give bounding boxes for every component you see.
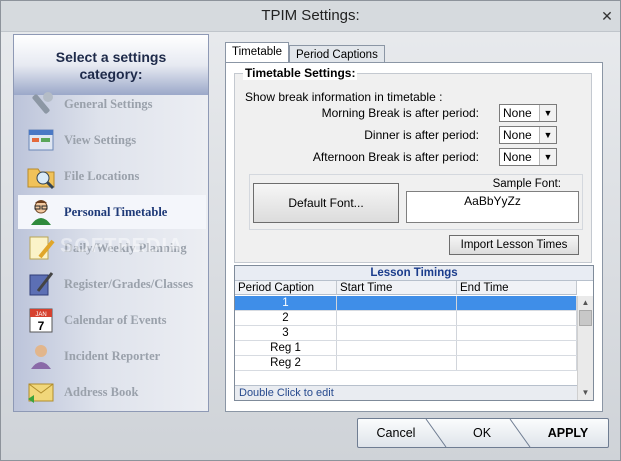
book-pen-icon <box>29 272 54 296</box>
dinner-label: Dinner is after period: <box>364 128 479 142</box>
window-icon <box>28 129 54 151</box>
grid-footer-hint: Double Click to edit <box>235 385 577 400</box>
table-row[interactable]: Reg 1 <box>235 341 577 356</box>
settings-window: TPIM Settings: ✕ Select a settings categ… <box>0 0 621 461</box>
period-caption-cell[interactable]: Reg 2 <box>235 356 337 370</box>
sidebar-item-address-book[interactable]: Address Book <box>18 375 206 409</box>
window-title: TPIM Settings: <box>261 7 360 24</box>
dialog-button-bar: Cancel OK APPLY <box>357 418 609 448</box>
end-time-cell[interactable] <box>457 356 577 370</box>
wrench-icon <box>32 92 53 114</box>
sidebar-item-general-settings[interactable]: General Settings <box>18 87 206 121</box>
sidebar-item-file-locations[interactable]: File Locations <box>18 159 206 193</box>
table-row[interactable]: 1 <box>235 296 577 311</box>
scroll-down-icon[interactable]: ▼ <box>578 386 593 400</box>
column-header-start-time[interactable]: Start Time <box>337 281 457 295</box>
select-value: None <box>503 106 532 120</box>
morning-break-label: Morning Break is after period: <box>321 106 479 120</box>
group-title: Timetable Settings: <box>243 66 358 80</box>
start-time-cell[interactable] <box>337 341 457 355</box>
sidebar-item-label: Address Book <box>64 385 139 399</box>
grid-title: Lesson Timings <box>235 266 593 281</box>
sidebar-item-label: General Settings <box>64 97 153 111</box>
column-header-period-caption[interactable]: Period Caption <box>235 281 337 295</box>
scroll-up-icon[interactable]: ▲ <box>578 296 593 310</box>
select-value: None <box>503 150 532 164</box>
sidebar-item-personal-timetable[interactable]: Personal Timetable <box>18 195 206 229</box>
sidebar-heading: Select a settings category: <box>55 49 167 82</box>
chevron-down-icon: ▼ <box>539 149 556 165</box>
tab-period-captions[interactable]: Period Captions <box>289 45 385 63</box>
sample-font-box: AaBbYyZz <box>406 191 579 223</box>
afternoon-break-select[interactable]: None ▼ <box>499 148 557 166</box>
sample-font-label: Sample Font: <box>492 178 561 190</box>
end-time-cell[interactable] <box>457 311 577 325</box>
chevron-down-icon: ▼ <box>539 127 556 143</box>
period-caption-cell[interactable]: 2 <box>235 311 337 325</box>
start-time-cell[interactable] <box>337 356 457 370</box>
user-icon <box>31 345 51 369</box>
lesson-timings-grid: Lesson Timings Period Caption Start Time… <box>234 265 594 401</box>
calendar-icon: JAN 7 <box>29 308 53 333</box>
period-caption-cell[interactable]: 3 <box>235 326 337 340</box>
sidebar-item-incident-reporter[interactable]: Incident Reporter <box>18 339 206 373</box>
sidebar-item-label: Register/Grades/Classes <box>64 277 194 291</box>
pencil-note-icon <box>29 236 55 260</box>
table-row[interactable]: 3 <box>235 326 577 341</box>
sidebar-item-label: Incident Reporter <box>64 349 161 363</box>
person-icon <box>31 200 51 225</box>
default-font-button[interactable]: Default Font... <box>253 183 399 223</box>
start-time-cell[interactable] <box>337 296 457 310</box>
morning-break-select[interactable]: None ▼ <box>499 104 557 122</box>
timetable-panel: Timetable Settings: Show break informati… <box>225 62 603 412</box>
folder-search-icon <box>27 168 55 190</box>
dinner-select[interactable]: None ▼ <box>499 126 557 144</box>
sidebar-item-daily-weekly-planning[interactable]: Daily/Weekly Planning <box>18 231 206 265</box>
sidebar-item-label: View Settings <box>64 133 137 147</box>
sidebar-item-label: File Locations <box>64 169 140 183</box>
sidebar-item-label: Daily/Weekly Planning <box>64 241 187 255</box>
end-time-cell[interactable] <box>457 326 577 340</box>
settings-sidebar: Select a settings category: General Sett… <box>13 34 209 412</box>
scroll-thumb[interactable] <box>579 310 592 326</box>
period-caption-cell[interactable]: Reg 1 <box>235 341 337 355</box>
sidebar-item-label: Calendar of Events <box>64 313 167 327</box>
start-time-cell[interactable] <box>337 326 457 340</box>
afternoon-break-label: Afternoon Break is after period: <box>312 150 479 164</box>
chevron-down-icon: ▼ <box>539 105 556 121</box>
svg-text:JAN: JAN <box>35 312 46 318</box>
envelope-icon <box>28 383 54 403</box>
table-row[interactable]: Reg 2 <box>235 356 577 371</box>
cancel-button[interactable]: Cancel <box>358 419 434 447</box>
tab-timetable[interactable]: Timetable <box>225 42 290 63</box>
sidebar-item-view-settings[interactable]: View Settings <box>18 123 206 157</box>
select-value: None <box>503 128 532 142</box>
apply-button[interactable]: APPLY <box>528 419 608 447</box>
end-time-cell[interactable] <box>457 296 577 310</box>
column-header-end-time[interactable]: End Time <box>457 281 577 295</box>
title-bar: TPIM Settings: ✕ <box>1 1 620 32</box>
import-lesson-times-button[interactable]: Import Lesson Times <box>449 235 579 255</box>
end-time-cell[interactable] <box>457 341 577 355</box>
show-break-label: Show break information in timetable : <box>245 90 443 104</box>
timetable-settings-group: Timetable Settings: Show break informati… <box>234 66 592 263</box>
sidebar-item-register-grades-classes[interactable]: Register/Grades/Classes <box>18 267 206 301</box>
table-row[interactable]: 2 <box>235 311 577 326</box>
period-caption-cell[interactable]: 1 <box>235 296 337 310</box>
close-button[interactable]: ✕ <box>598 7 616 25</box>
sidebar-header: Select a settings category: <box>14 35 208 95</box>
sidebar-item-calendar-of-events[interactable]: JAN 7 Calendar of Events <box>18 303 206 337</box>
grid-scrollbar[interactable]: ▲ ▼ <box>577 296 593 400</box>
start-time-cell[interactable] <box>337 311 457 325</box>
svg-text:7: 7 <box>38 319 45 333</box>
sidebar-item-label: Personal Timetable <box>64 205 168 219</box>
